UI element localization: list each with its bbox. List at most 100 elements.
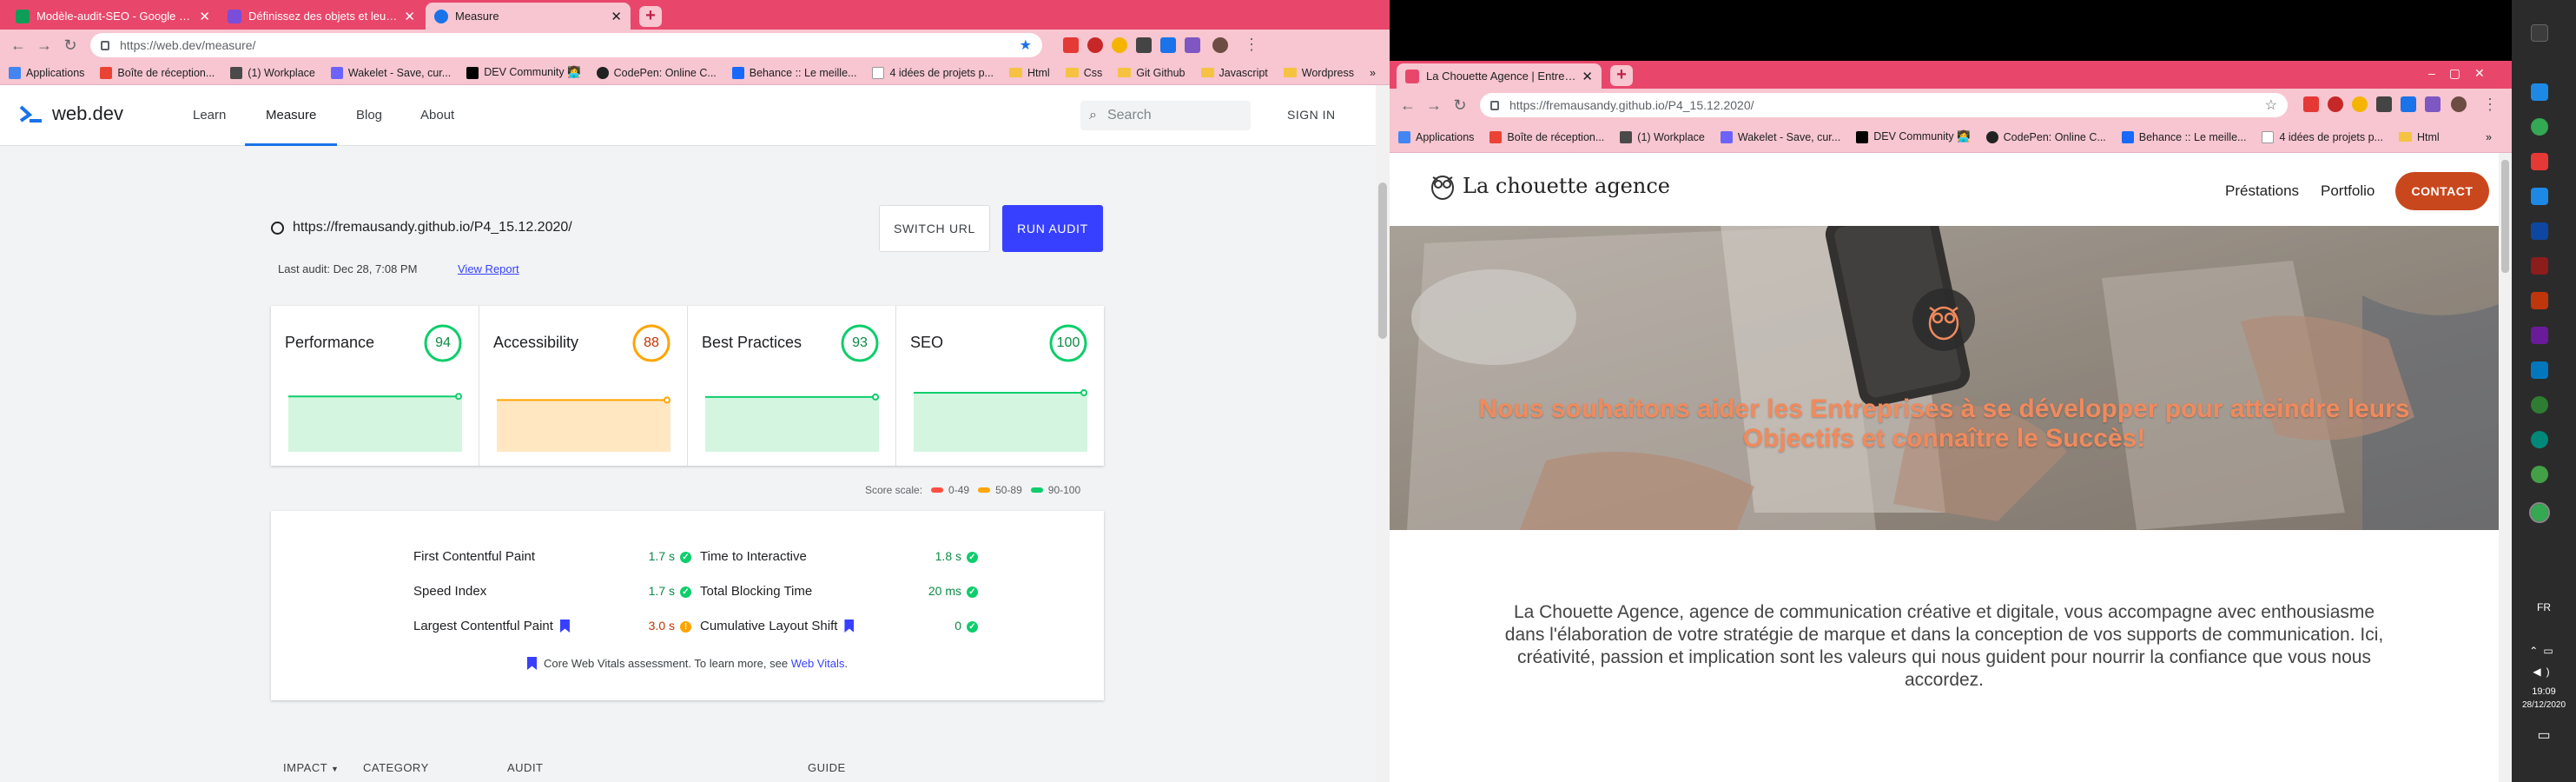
notification-icon[interactable]: ▭ xyxy=(2512,726,2576,744)
tab-openclassrooms[interactable]: Définissez des objets et leurs att ✕ xyxy=(219,3,424,30)
bookmark-dev[interactable]: DEV Community 👩‍💻 xyxy=(1856,130,1971,143)
volume-icon[interactable]: ◀) xyxy=(2512,666,2576,678)
tab-measure[interactable]: Measure ✕ xyxy=(426,3,631,30)
bookmark-codepen[interactable]: CodePen: Online C... xyxy=(1985,130,2106,143)
scrollbar-thumb[interactable] xyxy=(1378,182,1387,339)
run-audit-button[interactable]: RUN AUDIT xyxy=(1002,205,1103,252)
folder-icon[interactable] xyxy=(2531,83,2548,101)
close-icon[interactable]: ✕ xyxy=(1582,69,1593,84)
page-scrollbar[interactable] xyxy=(1376,85,1390,782)
card-best-practices[interactable]: Best Practices 93 xyxy=(688,306,896,466)
back-icon[interactable]: ← xyxy=(5,36,31,55)
nav-measure[interactable]: Measure xyxy=(245,85,338,146)
extension-icon[interactable] xyxy=(1136,37,1152,53)
extension-icon[interactable] xyxy=(1112,37,1127,53)
illustrator-icon[interactable] xyxy=(2531,257,2548,275)
app-icon[interactable] xyxy=(2531,396,2548,414)
language-indicator[interactable]: FR xyxy=(2512,601,2576,613)
bookmark-workplace[interactable]: (1) Workplace xyxy=(1620,130,1705,143)
search-input[interactable]: ⌕ Search xyxy=(1080,101,1251,130)
menu-icon[interactable]: ⋮ xyxy=(1244,36,1259,54)
adblock-icon[interactable] xyxy=(1087,37,1103,53)
clock-time[interactable]: 19:09 xyxy=(2512,686,2576,697)
tray-icons[interactable]: ⌃▭ xyxy=(2512,645,2576,657)
app-icon[interactable] xyxy=(2531,361,2548,379)
adblock-icon[interactable] xyxy=(2328,96,2343,112)
bookmark-wakelet[interactable]: Wakelet - Save, cur... xyxy=(1720,130,1840,143)
nav-learn[interactable]: Learn xyxy=(193,85,226,146)
reload-icon[interactable]: ↻ xyxy=(57,36,83,55)
chrome-icon[interactable] xyxy=(2529,502,2550,523)
close-icon[interactable]: ✕ xyxy=(199,9,210,24)
bookmark-folder-css[interactable]: Css xyxy=(1065,67,1102,79)
card-performance[interactable]: Performance 94 xyxy=(271,306,479,466)
table-header-impact[interactable]: IMPACT ▼ xyxy=(283,761,339,774)
tab-chouette-agence[interactable]: La Chouette Agence | Entreprise ✕ xyxy=(1397,63,1602,89)
avatar[interactable] xyxy=(1212,37,1228,53)
bookmark-workplace[interactable]: (1) Workplace xyxy=(230,66,315,79)
bookmark-folder-html[interactable]: Html xyxy=(1008,67,1050,79)
avatar[interactable] xyxy=(2451,96,2467,112)
bookmark-projets[interactable]: 4 idées de projets p... xyxy=(872,66,994,79)
nav-blog[interactable]: Blog xyxy=(356,85,382,146)
menu-icon[interactable]: ⋮ xyxy=(2482,96,2498,114)
view-report-link[interactable]: View Report xyxy=(458,262,519,275)
scrollbar-thumb[interactable] xyxy=(2501,160,2509,273)
bookmarks-overflow[interactable]: » xyxy=(2486,131,2492,143)
bookmark-folder-javascript[interactable]: Javascript xyxy=(1200,67,1268,79)
extension-icon[interactable] xyxy=(2352,96,2368,112)
bookmark-gmail[interactable]: Boîte de réception... xyxy=(100,66,215,79)
nav-prestations[interactable]: Préstations xyxy=(2225,182,2299,200)
nav-portfolio[interactable]: Portfolio xyxy=(2321,182,2375,200)
windows-icon[interactable] xyxy=(2531,24,2548,42)
bookmark-codepen[interactable]: CodePen: Online C... xyxy=(596,66,717,79)
bookmark-behance[interactable]: Behance :: Le meille... xyxy=(731,66,856,79)
star-icon[interactable]: ★ xyxy=(1020,36,1032,54)
bookmark-folder-wordpress[interactable]: Wordpress xyxy=(1283,67,1354,79)
acrobat-icon[interactable] xyxy=(1063,37,1079,53)
new-tab-button[interactable]: + xyxy=(1610,65,1633,86)
bookmarks-overflow[interactable]: » xyxy=(1370,67,1376,79)
sign-in-link[interactable]: SIGN IN xyxy=(1287,108,1336,122)
vscode-icon[interactable] xyxy=(2531,188,2548,205)
window-controls[interactable]: –▢✕ xyxy=(2428,66,2499,81)
whatsapp-icon[interactable] xyxy=(2531,431,2548,448)
photoshop-icon[interactable] xyxy=(2531,222,2548,240)
contact-button[interactable]: CONTACT xyxy=(2395,172,2489,210)
bookmark-behance[interactable]: Behance :: Le meille... xyxy=(2121,130,2246,143)
app-icon[interactable] xyxy=(2531,292,2548,309)
site-logo[interactable]: La chouette agence xyxy=(1430,172,1670,200)
forward-icon[interactable]: → xyxy=(31,36,57,55)
web-vitals-link[interactable]: Web Vitals xyxy=(791,657,845,670)
bookmark-apps[interactable]: Applications xyxy=(9,66,84,79)
puzzle-icon[interactable] xyxy=(2425,96,2441,112)
reload-icon[interactable]: ↻ xyxy=(1447,96,1473,115)
card-seo[interactable]: SEO 100 xyxy=(896,306,1104,466)
bookmark-folder-git[interactable]: Git Github xyxy=(1118,67,1186,79)
app-icon[interactable] xyxy=(2531,153,2548,170)
puzzle-icon[interactable] xyxy=(1185,37,1200,53)
bookmark-apps[interactable]: Applications xyxy=(1398,130,1474,143)
address-bar[interactable]: https://fremausandy.github.io/P4_15.12.2… xyxy=(1480,93,2288,117)
bookmark-gmail[interactable]: Boîte de réception... xyxy=(1489,130,1604,143)
app-icon[interactable] xyxy=(2531,327,2548,344)
new-tab-button[interactable]: + xyxy=(639,6,662,27)
card-accessibility[interactable]: Accessibility 88 xyxy=(479,306,688,466)
switch-url-button[interactable]: SWITCH URL xyxy=(879,205,990,252)
address-bar[interactable]: https://web.dev/measure/ ★ xyxy=(90,33,1042,57)
extension-icon[interactable] xyxy=(2401,96,2416,112)
bookmark-wakelet[interactable]: Wakelet - Save, cur... xyxy=(330,66,451,79)
star-icon[interactable]: ☆ xyxy=(2265,96,2277,114)
chrome-icon[interactable] xyxy=(2531,118,2548,136)
forward-icon[interactable]: → xyxy=(1421,96,1447,115)
extension-icon[interactable] xyxy=(1160,37,1176,53)
webdev-logo[interactable]: web.dev xyxy=(19,103,123,125)
page-scrollbar[interactable] xyxy=(2499,153,2512,782)
close-icon[interactable]: ✕ xyxy=(404,9,415,24)
bookmark-dev[interactable]: DEV Community 👩‍💻 xyxy=(466,66,581,79)
close-icon[interactable]: ✕ xyxy=(611,9,622,24)
nav-about[interactable]: About xyxy=(420,85,454,146)
bookmark-projets[interactable]: 4 idées de projets p... xyxy=(2262,130,2383,143)
bookmark-folder-html[interactable]: Html xyxy=(2398,131,2440,143)
tab-google-sheets[interactable]: Modèle-audit-SEO - Google Shee ✕ xyxy=(7,3,219,30)
